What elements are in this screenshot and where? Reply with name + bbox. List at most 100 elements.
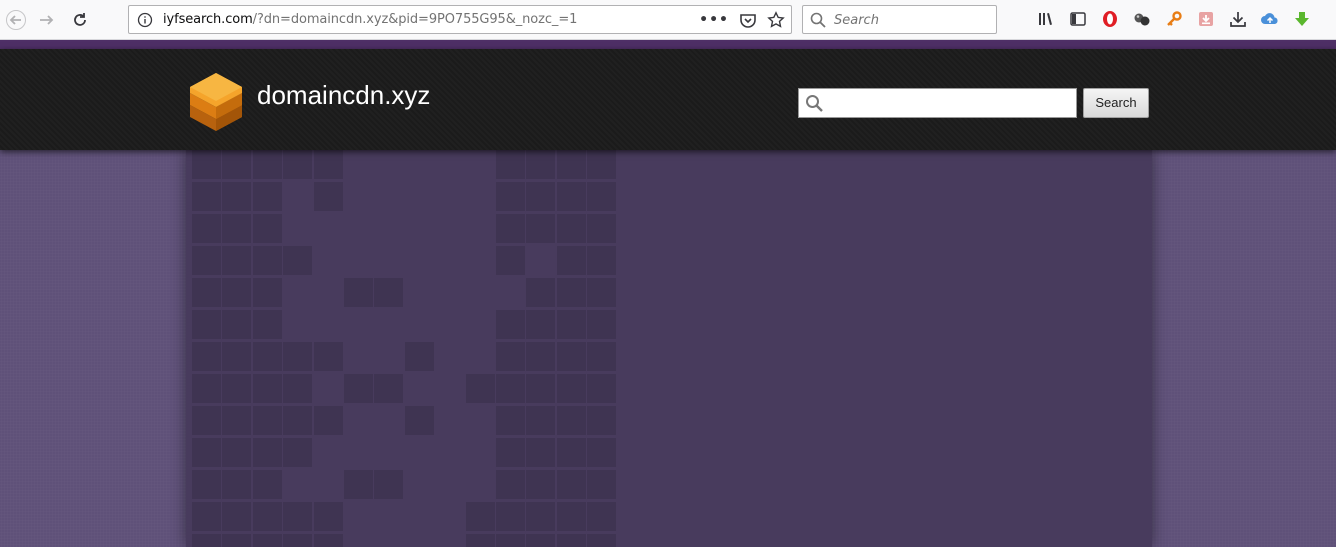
tile xyxy=(252,406,282,435)
tile xyxy=(344,278,373,307)
tile xyxy=(252,310,282,339)
reload-button[interactable] xyxy=(66,6,94,34)
tile xyxy=(192,310,221,339)
tile xyxy=(587,502,617,531)
tile xyxy=(496,534,525,547)
tile xyxy=(192,150,221,179)
tile xyxy=(496,214,525,243)
tile xyxy=(556,182,586,211)
tile xyxy=(526,150,556,179)
tile xyxy=(252,150,282,179)
tile xyxy=(192,246,221,275)
tile xyxy=(556,246,586,275)
tile xyxy=(526,438,556,467)
browser-search-field[interactable]: Search xyxy=(802,5,997,34)
tile xyxy=(556,470,586,499)
tile xyxy=(313,342,343,371)
tile xyxy=(283,374,313,403)
tile xyxy=(283,534,313,547)
tile xyxy=(526,502,556,531)
info-icon xyxy=(137,12,153,28)
tile xyxy=(192,502,221,531)
tile xyxy=(222,150,252,179)
tile xyxy=(526,310,556,339)
tile xyxy=(556,502,586,531)
tile xyxy=(252,342,282,371)
tile xyxy=(526,214,556,243)
search-icon xyxy=(810,12,826,28)
opera-icon[interactable] xyxy=(1100,9,1120,29)
decorative-tile-pattern xyxy=(192,150,632,547)
tile xyxy=(556,310,586,339)
browser-toolbar: iyfsearch.com/?dn=domaincdn.xyz&pid=9PO7… xyxy=(0,0,1336,40)
tile xyxy=(192,278,221,307)
back-arrow-icon xyxy=(6,10,26,30)
tile xyxy=(192,374,221,403)
tile xyxy=(283,438,313,467)
tile xyxy=(587,374,617,403)
tile xyxy=(496,374,525,403)
tile xyxy=(283,406,313,435)
reload-icon xyxy=(74,13,86,26)
tile xyxy=(556,342,586,371)
tile xyxy=(283,150,313,179)
tile xyxy=(283,246,313,275)
tile xyxy=(192,470,221,499)
tile xyxy=(192,214,221,243)
tile xyxy=(222,342,252,371)
cloud-upload-icon[interactable] xyxy=(1260,9,1280,29)
tile xyxy=(222,246,252,275)
tile xyxy=(252,470,282,499)
forward-button[interactable] xyxy=(32,6,60,34)
pocket-icon[interactable] xyxy=(739,11,757,29)
tile xyxy=(192,534,221,547)
site-search-input[interactable] xyxy=(798,88,1077,118)
tile xyxy=(283,342,313,371)
tile xyxy=(404,342,434,371)
sidebar-icon[interactable] xyxy=(1068,9,1088,29)
tile xyxy=(496,406,525,435)
tile xyxy=(222,502,252,531)
tile xyxy=(344,470,373,499)
tile xyxy=(313,182,343,211)
download-manager-icon[interactable] xyxy=(1196,9,1216,29)
back-button[interactable] xyxy=(2,6,30,34)
browser-search-placeholder: Search xyxy=(834,13,879,28)
key-icon[interactable] xyxy=(1164,9,1184,29)
tile xyxy=(374,278,404,307)
tile xyxy=(556,438,586,467)
tile xyxy=(587,310,617,339)
extension-balls-icon[interactable] xyxy=(1132,9,1152,29)
tile xyxy=(192,342,221,371)
tile xyxy=(496,310,525,339)
tile xyxy=(313,150,343,179)
tile xyxy=(587,150,617,179)
tile xyxy=(222,182,252,211)
tile xyxy=(587,278,617,307)
tile xyxy=(496,150,525,179)
url-text[interactable]: iyfsearch.com/?dn=domaincdn.xyz&pid=9PO7… xyxy=(163,12,577,27)
tile xyxy=(587,438,617,467)
tile xyxy=(222,406,252,435)
tile xyxy=(496,502,525,531)
tile xyxy=(556,374,586,403)
tile xyxy=(526,342,556,371)
address-bar[interactable]: iyfsearch.com/?dn=domaincdn.xyz&pid=9PO7… xyxy=(128,5,792,34)
tile xyxy=(313,502,343,531)
tile xyxy=(222,534,252,547)
bookmark-star-icon[interactable] xyxy=(767,11,785,29)
tile xyxy=(526,374,556,403)
tile xyxy=(222,438,252,467)
green-download-icon[interactable] xyxy=(1292,9,1312,29)
tile xyxy=(465,534,495,547)
downloads-icon[interactable] xyxy=(1228,9,1248,29)
tile xyxy=(556,534,586,547)
tile xyxy=(252,374,282,403)
search-icon xyxy=(806,95,823,112)
library-icon[interactable] xyxy=(1036,9,1056,29)
tile xyxy=(222,310,252,339)
site-search-button[interactable]: Search xyxy=(1083,88,1149,118)
page-actions-menu-icon[interactable]: ••• xyxy=(699,10,729,30)
url-path: /?dn=domaincdn.xyz&pid=9PO755G95&_nozc_=… xyxy=(252,12,578,27)
tile xyxy=(526,406,556,435)
